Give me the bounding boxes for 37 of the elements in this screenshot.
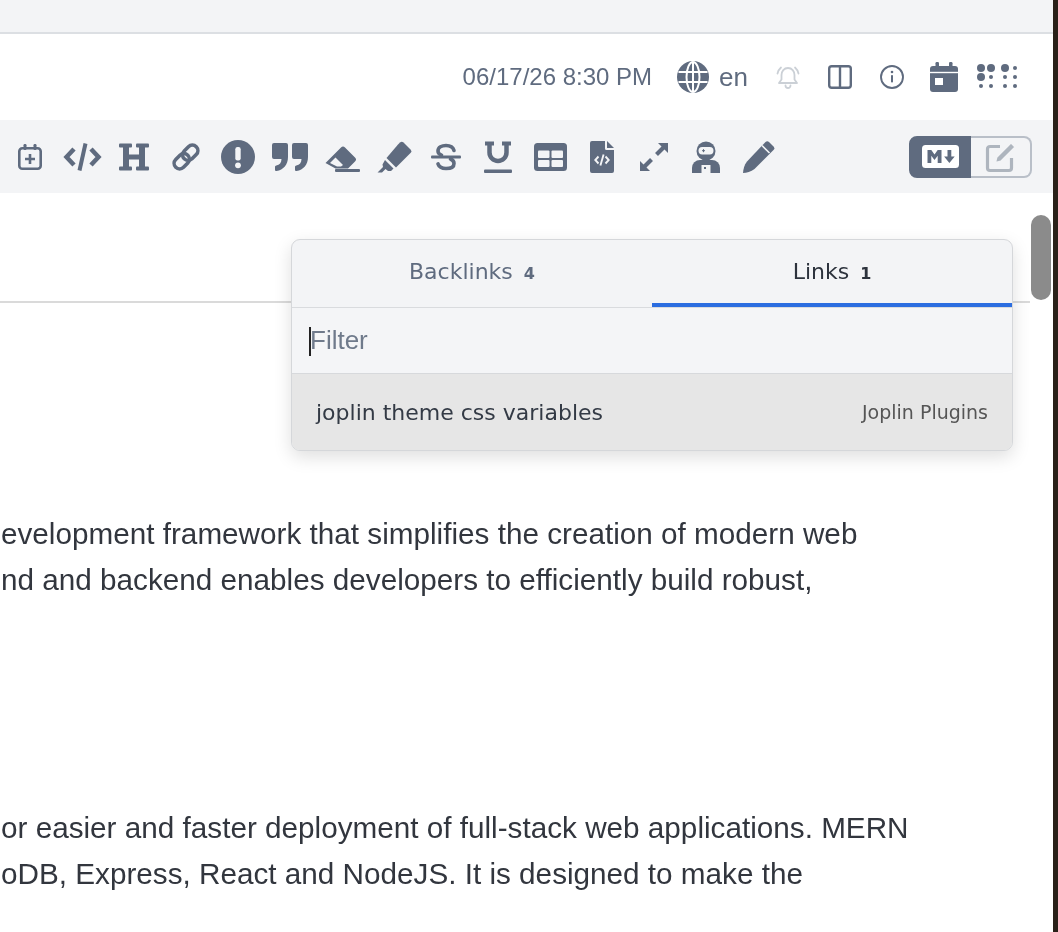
diagonal-arrows-icon — [639, 141, 669, 172]
pen-icon — [741, 140, 775, 173]
notebook-name-text: Joplin Plugins — [862, 401, 988, 423]
text-line: oDB, Express, React and NodeJS. It is designed to make the — [0, 857, 804, 891]
info-icon — [880, 65, 904, 89]
code-icon — [62, 141, 102, 172]
table-icon — [533, 142, 567, 171]
date-time-text: 06/17/26 8:30 PM — [462, 63, 653, 91]
language-button[interactable]: en — [673, 55, 758, 99]
tab-count: 1 — [860, 264, 872, 283]
markdown-button[interactable] — [909, 135, 971, 178]
panel-tab[interactable]: Backlinks 4 — [292, 240, 652, 307]
exclamation-circle-icon — [221, 139, 255, 174]
dots-grid-icon — [977, 64, 1019, 90]
text-line: evelopment framework that simplifies the creation of modern web — [0, 517, 859, 551]
calendar-plus-icon — [18, 143, 42, 170]
scrollbar-thumb[interactable] — [1031, 215, 1051, 300]
strikethrough-icon — [431, 141, 461, 172]
text-line: nd and backend enables developers to efficiently build robust, — [0, 563, 814, 597]
tab-count: 4 — [523, 264, 535, 283]
globe-icon — [677, 61, 710, 93]
bell-icon — [775, 64, 801, 90]
calendar-icon — [930, 62, 958, 92]
columns-icon — [828, 65, 852, 89]
link-icon — [170, 140, 202, 173]
file-code-icon — [590, 140, 614, 173]
quote-icon — [272, 142, 308, 171]
highlighter-icon — [376, 140, 412, 173]
markdown-icon — [921, 145, 959, 168]
astronaut-icon — [691, 140, 721, 173]
text-line: or easier and faster deployment of full-stack web applications. MERN — [0, 811, 910, 845]
link-result-item[interactable]: joplin theme css variables Joplin Plugins — [292, 374, 1012, 450]
note-title-text: joplin theme css variables — [316, 399, 603, 425]
filter-input[interactable]: Filter — [310, 320, 996, 361]
heading-icon — [119, 142, 149, 171]
underline-icon — [484, 140, 512, 173]
filter-field[interactable]: Filter — [292, 308, 1012, 374]
